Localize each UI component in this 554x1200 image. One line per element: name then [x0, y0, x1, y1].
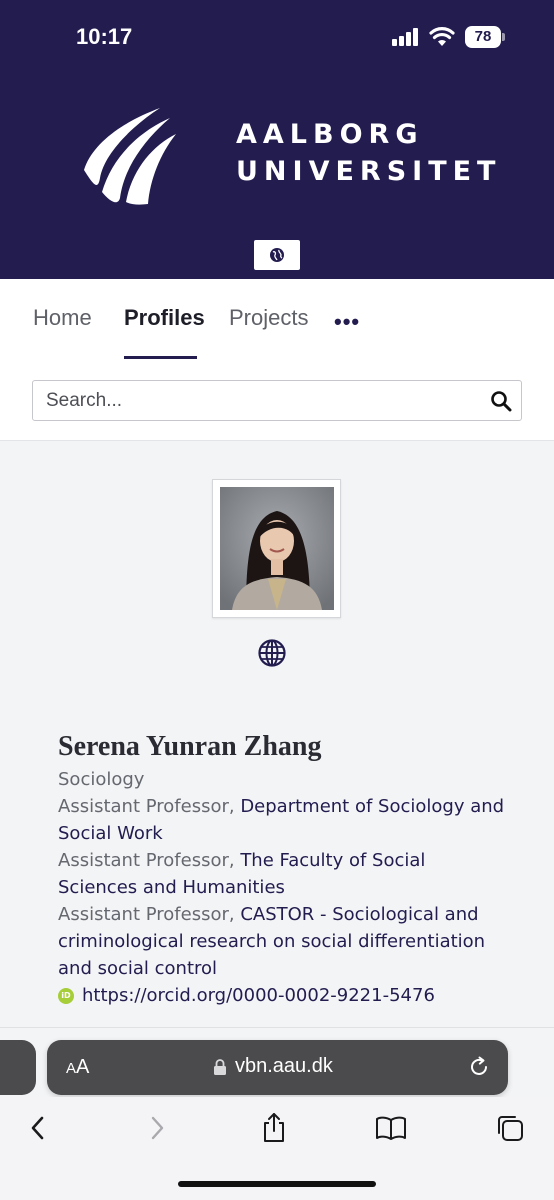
orcid-link[interactable]: https://orcid.org/0000-0002-9221-5476 — [82, 982, 435, 1009]
nav-projects[interactable]: Projects — [229, 305, 308, 331]
wifi-icon — [429, 27, 455, 46]
bookmarks-icon — [376, 1116, 406, 1140]
site-header: 10:17 78 AALBORG UNIVERSITET — [0, 0, 554, 279]
previous-tab-peek[interactable] — [0, 1040, 36, 1095]
address-bar[interactable]: AA vbn.aau.dk — [47, 1040, 508, 1095]
website-globe-icon[interactable] — [257, 638, 287, 668]
search-input[interactable] — [33, 381, 473, 420]
search-icon — [490, 390, 511, 411]
position-3: Assistant Professor, CASTOR - Sociologic… — [58, 901, 508, 982]
position-title: Assistant Professor, — [58, 796, 241, 817]
tabs-icon — [498, 1116, 523, 1141]
nav-more-button[interactable]: ••• — [334, 309, 360, 335]
position-1: Assistant Professor, Department of Socio… — [58, 793, 508, 847]
profile-photo-frame — [212, 479, 341, 618]
main-navigation: Home Profiles Projects ••• — [0, 279, 554, 441]
brand-line1: AALBORG — [236, 119, 424, 150]
bookmarks-button[interactable] — [374, 1111, 408, 1145]
forward-icon — [151, 1116, 164, 1140]
url-display[interactable]: vbn.aau.dk — [213, 1055, 333, 1078]
forward-button[interactable] — [140, 1111, 174, 1145]
search-button[interactable] — [479, 381, 522, 420]
department: Sociology — [58, 769, 145, 790]
url-text: vbn.aau.dk — [235, 1055, 333, 1077]
brand-wordmark[interactable]: AALBORG UNIVERSITET — [236, 116, 501, 190]
status-time: 10:17 — [76, 24, 133, 49]
share-button[interactable] — [257, 1111, 291, 1145]
browser-toolbar — [0, 1097, 554, 1200]
profile-details: Serena Yunran Zhang Sociology Assistant … — [58, 728, 508, 1009]
cellular-signal-icon — [392, 28, 420, 46]
globe-icon — [270, 248, 284, 262]
battery-icon: 78 — [465, 26, 505, 48]
search-box — [32, 380, 522, 421]
back-icon — [31, 1116, 44, 1140]
brand-line2: UNIVERSITET — [236, 156, 502, 187]
active-tab-indicator — [124, 356, 197, 359]
share-icon — [264, 1113, 284, 1142]
position-title: Assistant Professor, — [58, 904, 241, 925]
page-settings-button[interactable]: AA — [66, 1056, 89, 1079]
home-indicator — [178, 1181, 376, 1187]
language-button[interactable] — [254, 240, 300, 270]
battery-level: 78 — [465, 26, 501, 48]
section-divider — [0, 1027, 554, 1028]
nav-profiles[interactable]: Profiles — [124, 305, 205, 331]
profile-photo — [220, 487, 334, 610]
status-bar: 10:17 78 — [0, 0, 554, 75]
tabs-button[interactable] — [493, 1111, 527, 1145]
lock-icon — [214, 1058, 226, 1075]
aau-logo-icon[interactable] — [82, 106, 178, 206]
person-name: Serena Yunran Zhang — [58, 731, 322, 762]
back-button[interactable] — [21, 1111, 55, 1145]
orcid-row: iD https://orcid.org/0000-0002-9221-5476 — [58, 982, 508, 1009]
reload-icon[interactable] — [467, 1055, 491, 1079]
orcid-icon: iD — [58, 987, 74, 1004]
position-title: Assistant Professor, — [58, 850, 241, 871]
position-2: Assistant Professor, The Faculty of Soci… — [58, 847, 508, 901]
nav-home[interactable]: Home — [33, 305, 92, 331]
